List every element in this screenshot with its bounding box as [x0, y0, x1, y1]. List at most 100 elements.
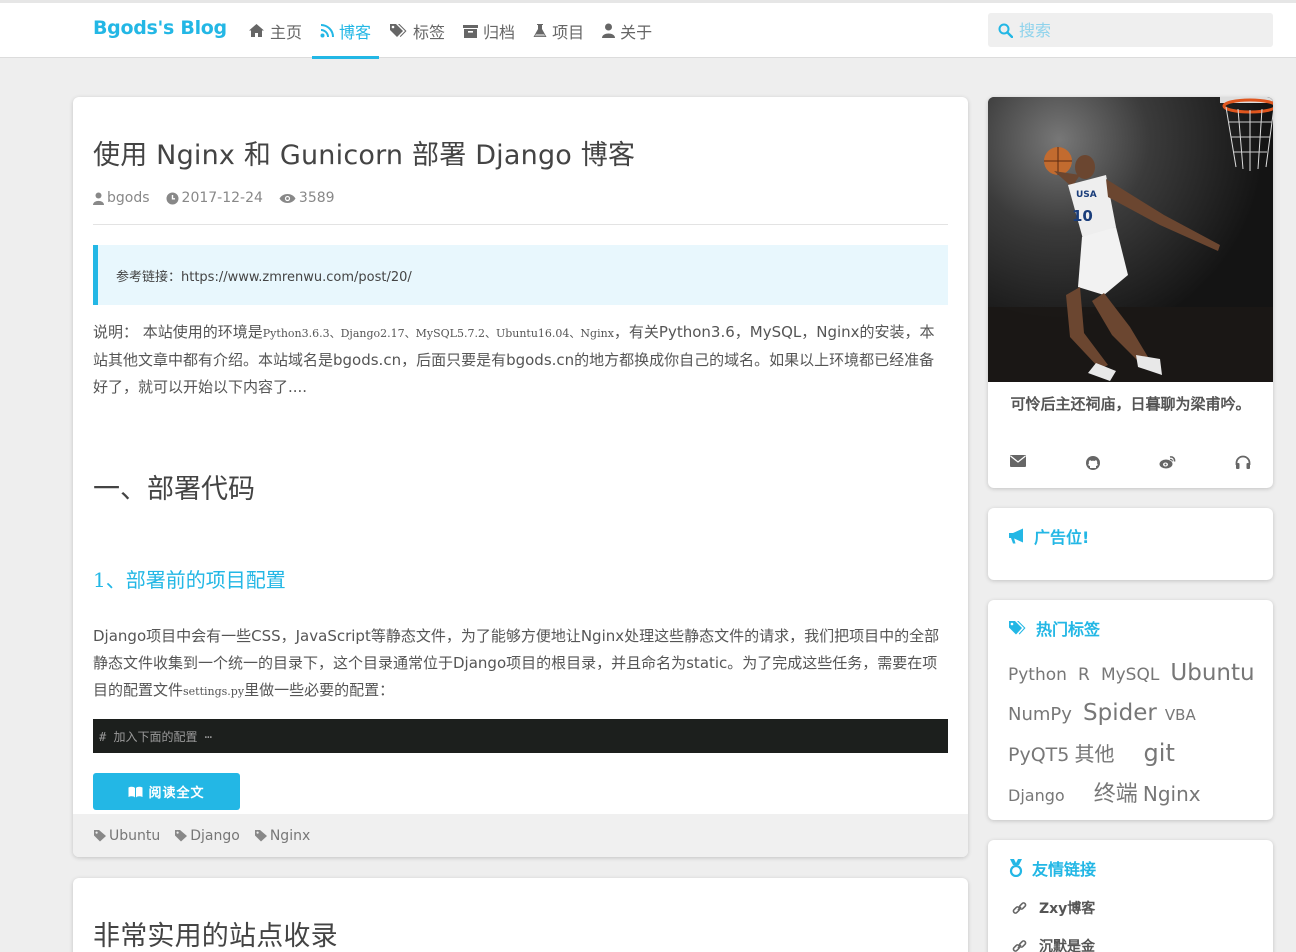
tag-cloud-item[interactable]: git	[1144, 734, 1175, 772]
clock-icon	[166, 192, 179, 205]
nav-item-home[interactable]: 主页	[240, 3, 310, 58]
link-icon	[1012, 939, 1027, 952]
basketball-player-image: USA 10	[988, 97, 1273, 382]
tag-icon	[254, 829, 268, 842]
svg-text:USA: USA	[1076, 190, 1097, 200]
tag-label: Nginx	[269, 827, 311, 844]
envelope-icon[interactable]	[1010, 455, 1026, 471]
hot-tags-card: 热门标签 Python R MySQL Ubuntu NumPy Spider …	[988, 600, 1273, 820]
user-icon	[602, 23, 616, 38]
author-name: bgods	[107, 190, 150, 206]
tag-cloud-item[interactable]: 终端	[1094, 776, 1138, 814]
post-meta: bgods 2017-12-24 3589	[93, 190, 948, 225]
quote-text[interactable]: 参考链接：https://www.zmrenwu.com/post/20/	[116, 266, 412, 285]
tag-cloud-item[interactable]: VBA	[1165, 696, 1196, 734]
navbar: Bgods's Blog 主页 博客 标签 归档 项目 关于 搜索	[0, 0, 1296, 59]
ad-title-label: 广告位!	[1034, 528, 1090, 547]
hot-tags-title: 热门标签	[988, 600, 1273, 640]
tag-icon	[174, 829, 188, 842]
search-icon	[998, 23, 1013, 38]
nav-item-blog[interactable]: 博客	[312, 3, 380, 59]
social-links	[988, 455, 1273, 471]
user-icon	[93, 192, 104, 205]
post-tag[interactable]: Nginx	[254, 828, 310, 844]
book-icon	[128, 786, 143, 798]
brand-logo[interactable]: Bgods's Blog	[93, 17, 227, 39]
search-box[interactable]	[988, 13, 1273, 47]
tag-cloud-item[interactable]: Ubuntu	[1170, 654, 1254, 692]
home-icon	[248, 23, 265, 38]
intro-paragraph: 说明： 本站使用的环境是Python3.6.3、Django2.17、MySQL…	[93, 319, 948, 401]
post-tags: Ubuntu Django Nginx	[73, 814, 968, 857]
post-title[interactable]: 非常实用的站点收录	[93, 914, 948, 952]
config-paragraph: Django项目中会有一些CSS，JavaScript等静态文件，为了能够方便地…	[93, 623, 948, 705]
ad-title: 广告位!	[988, 508, 1273, 548]
friend-link-label: Zxy博客	[1039, 901, 1096, 917]
tag-cloud-item[interactable]: Spider	[1083, 694, 1157, 732]
friend-link[interactable]: 沉默是金	[988, 936, 1273, 952]
tag-cloud-item[interactable]: R	[1078, 656, 1090, 694]
search-input[interactable]	[1019, 20, 1259, 40]
post-views: 3589	[279, 190, 335, 206]
tag-icon	[93, 829, 107, 842]
friend-link[interactable]: Zxy博客	[988, 898, 1273, 918]
bullhorn-icon	[1008, 528, 1026, 544]
eye-icon	[279, 193, 296, 204]
date-value: 2017-12-24	[181, 190, 263, 206]
flask-icon	[533, 23, 547, 38]
tag-label: Ubuntu	[109, 827, 161, 844]
views-count: 3589	[298, 190, 335, 206]
post-card: 使用 Nginx 和 Gunicorn 部署 Django 博客 bgods 2…	[73, 97, 968, 857]
profile-card: USA 10 可怜后主还祠庙，日暮聊为梁甫吟。	[988, 97, 1273, 488]
para2-suffix: 里做一些必要的配置：	[244, 681, 395, 699]
para2-file: settings.py	[183, 685, 245, 698]
tags-icon	[389, 23, 408, 38]
nav-label: 主页	[270, 22, 303, 42]
nav-item-tags[interactable]: 标签	[381, 3, 453, 58]
tag-label: Django	[190, 827, 240, 844]
tag-cloud-item[interactable]: Python	[1008, 656, 1067, 694]
nav-label: 项目	[552, 22, 585, 42]
read-more-label: 阅读全文	[148, 786, 205, 801]
tag-cloud-item[interactable]: Django	[1008, 777, 1065, 815]
reference-quote: 参考链接：https://www.zmrenwu.com/post/20/	[93, 245, 948, 305]
nav-label: 关于	[620, 22, 653, 42]
nav-item-projects[interactable]: 项目	[525, 3, 592, 58]
weibo-icon[interactable]	[1159, 455, 1176, 471]
medal-icon	[1008, 859, 1024, 877]
tag-cloud: Python R MySQL Ubuntu NumPy Spider VBA P…	[988, 640, 1273, 815]
post-author: bgods	[93, 190, 150, 206]
link-icon	[1012, 901, 1027, 916]
profile-photo: USA 10	[988, 97, 1273, 382]
profile-motto: 可怜后主还祠庙，日暮聊为梁甫吟。	[1010, 395, 1251, 413]
tag-cloud-item[interactable]: 其他	[1074, 735, 1114, 773]
tag-cloud-item[interactable]: MySQL	[1101, 656, 1159, 694]
code-block: # 加入下面的配置 ⋯	[93, 719, 948, 753]
github-icon[interactable]	[1085, 455, 1101, 471]
nav-item-archive[interactable]: 归档	[455, 3, 523, 58]
post-tag[interactable]: Django	[174, 828, 240, 844]
intro-env: Python3.6.3、Django2.17、MySQL5.7.2、Ubuntu…	[262, 327, 614, 340]
tags-icon	[1008, 620, 1028, 636]
friend-links-title: 友情链接	[988, 840, 1273, 880]
main-nav: 主页 博客 标签 归档 项目 关于	[240, 3, 662, 59]
tag-cloud-item[interactable]: NumPy	[1008, 696, 1072, 734]
friend-link-label: 沉默是金	[1039, 939, 1095, 952]
archive-icon	[463, 24, 479, 38]
post-title[interactable]: 使用 Nginx 和 Gunicorn 部署 Django 博客	[93, 133, 948, 172]
nav-label: 标签	[413, 22, 446, 42]
post-tag[interactable]: Ubuntu	[93, 828, 160, 844]
post-card-2: 非常实用的站点收录	[73, 878, 968, 952]
headphones-icon[interactable]	[1235, 455, 1251, 471]
post-date: 2017-12-24	[166, 190, 263, 206]
rss-icon	[320, 23, 335, 38]
nav-item-about[interactable]: 关于	[594, 3, 660, 58]
tag-cloud-item[interactable]: Nginx	[1143, 775, 1201, 813]
nav-label: 博客	[339, 22, 372, 42]
intro-prefix: 说明： 本站使用的环境是	[93, 323, 263, 341]
nav-label: 归档	[483, 22, 516, 42]
read-more-button[interactable]: 阅读全文	[93, 773, 240, 810]
tag-cloud-item[interactable]: PyQT5	[1008, 736, 1069, 774]
subsection-heading: 1、部署前的项目配置	[93, 568, 286, 592]
friend-links-label: 友情链接	[1032, 860, 1097, 879]
